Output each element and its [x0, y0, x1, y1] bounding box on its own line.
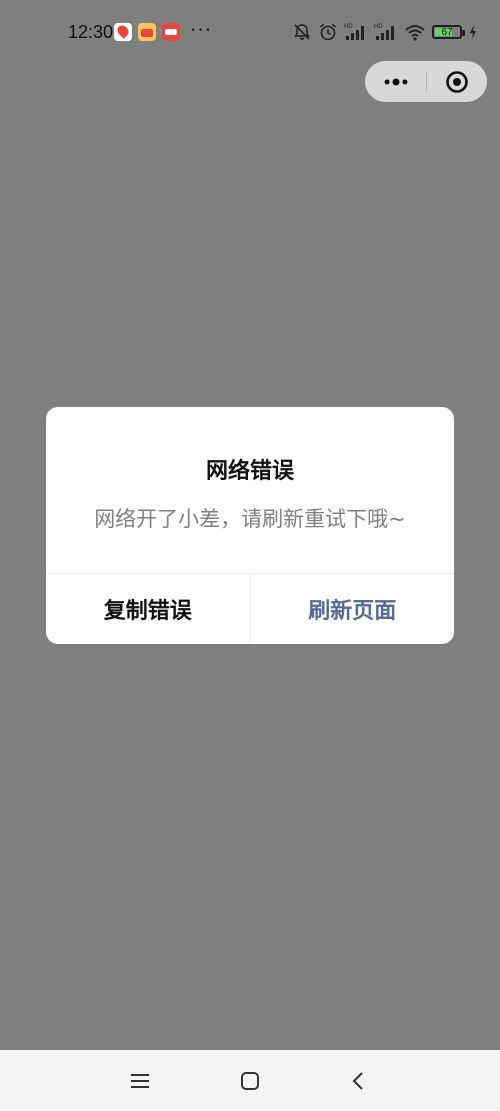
shop-app-icon: [138, 23, 156, 41]
menu-icon: [131, 1073, 149, 1088]
capsule-menu-button[interactable]: [365, 61, 426, 102]
alarm-icon: [318, 22, 338, 42]
dialog-title: 网络错误: [205, 459, 294, 484]
copy-error-button[interactable]: 复制错误: [46, 574, 251, 644]
mute-icon: [292, 22, 312, 42]
error-dialog: 网络错误 网络开了小差，请刷新重试下哦~ 复制错误 刷新页面: [46, 407, 454, 644]
signal-icon: HD: [344, 22, 368, 42]
capsule-close-button[interactable]: [427, 61, 487, 102]
home-button[interactable]: [220, 1050, 280, 1111]
map-app-icon: [114, 23, 132, 41]
refresh-page-button[interactable]: 刷新页面: [251, 574, 455, 644]
status-icons: HD HD 67: [292, 20, 478, 44]
svg-text:HD: HD: [374, 24, 383, 30]
wifi-icon: [404, 22, 426, 42]
signal-icon-2: HD: [374, 22, 398, 42]
system-nav-bar: [0, 1050, 500, 1111]
news-app-icon: [162, 23, 180, 41]
home-icon: [241, 1071, 259, 1090]
status-bar: 12:30 ··· HD HD 67: [0, 0, 500, 62]
back-icon: [352, 1071, 363, 1090]
dialog-actions: 复制错误 刷新页面: [46, 573, 454, 644]
svg-text:HD: HD: [344, 24, 353, 30]
dialog-message: 网络开了小差，请刷新重试下哦~: [94, 507, 406, 531]
clock: 12:30: [68, 22, 114, 42]
battery-icon: 67: [432, 25, 465, 39]
miniprogram-capsule: [365, 61, 487, 102]
more-notifications-icon: ···: [190, 18, 213, 42]
battery-level: 67: [441, 26, 453, 38]
back-button[interactable]: [328, 1050, 388, 1111]
charging-icon: [468, 22, 478, 42]
close-miniprogram-icon: [446, 70, 468, 93]
more-dots-icon: [384, 78, 407, 85]
recent-apps-button[interactable]: [110, 1050, 170, 1111]
